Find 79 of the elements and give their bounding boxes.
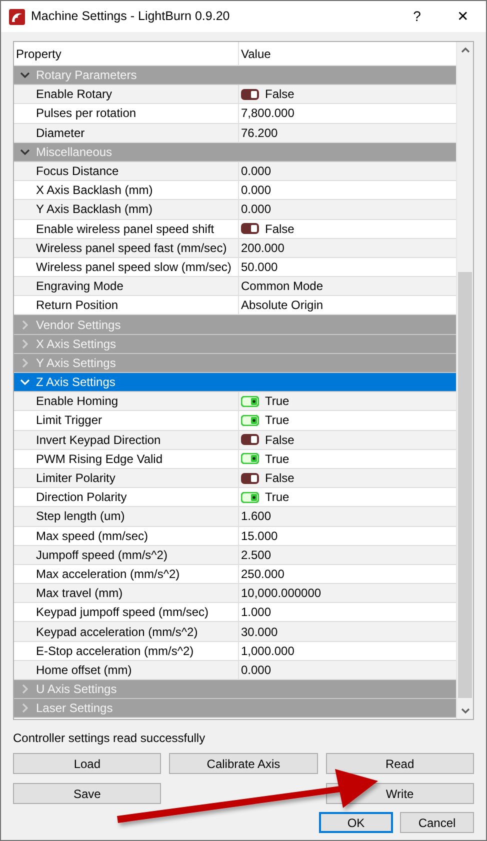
property-name: Max acceleration (mm/s^2) [36, 566, 180, 583]
toggle-switch[interactable] [241, 434, 259, 446]
property-name: Direction Polarity [36, 489, 127, 506]
property-name: Enable wireless panel speed shift [36, 220, 214, 238]
property-name: Pulses per rotation [36, 105, 136, 122]
property-name: Wireless panel speed fast (mm/sec) [36, 240, 227, 257]
property-value[interactable]: 30.000 [241, 622, 278, 641]
property-value[interactable]: 0.000 [241, 200, 272, 218]
toggle-switch[interactable] [241, 453, 259, 464]
property-value[interactable]: 1.600 [241, 507, 272, 526]
property-value[interactable]: 15.000 [241, 526, 278, 545]
property-name: Keypad jumpoff speed (mm/sec) [36, 604, 209, 622]
chevron-down-icon[interactable] [20, 146, 30, 157]
property-value[interactable]: 7,800.000 [241, 104, 294, 122]
toggle-switch[interactable] [241, 492, 259, 503]
action-button[interactable]: Read [326, 753, 474, 774]
property-name: E-Stop acceleration (mm/s^2) [36, 642, 194, 660]
property-value[interactable]: True [265, 488, 290, 506]
property-value[interactable]: 250.000 [241, 564, 284, 583]
property-value[interactable]: True [265, 392, 290, 410]
status-text: Controller settings read successfully [13, 730, 206, 747]
property-value[interactable]: 10,000.000000 [241, 584, 322, 602]
property-name: Max travel (mm) [36, 585, 123, 602]
property-value[interactable]: 0.000 [241, 181, 272, 200]
property-value[interactable]: False [265, 469, 294, 488]
property-value[interactable]: 200.000 [241, 238, 284, 257]
property-name: Keypad acceleration (mm/s^2) [36, 624, 198, 641]
action-button[interactable]: Calibrate Axis [169, 753, 318, 774]
property-name: Limiter Polarity [36, 470, 116, 488]
action-button[interactable]: Load [13, 753, 162, 774]
scrollbar-thumb[interactable] [458, 272, 472, 698]
property-name: Focus Distance [36, 163, 119, 180]
property-value[interactable]: False [265, 85, 294, 104]
property-value[interactable]: False [265, 220, 294, 238]
property-name: X Axis Backlash (mm) [36, 182, 153, 200]
column-header: Property [16, 46, 62, 62]
action-button[interactable]: Save [13, 783, 162, 804]
toggle-switch[interactable] [241, 223, 259, 234]
property-name: Jumpoff speed (mm/s^2) [36, 546, 168, 564]
property-name: Engraving Mode [36, 278, 124, 296]
dialog-button[interactable]: OK [319, 812, 393, 833]
property-name: Enable Rotary [36, 86, 112, 104]
property-name: Return Position [36, 297, 118, 314]
property-name: Home offset (mm) [36, 662, 132, 679]
property-value[interactable]: 0.000 [241, 162, 272, 180]
property-value[interactable]: 50.000 [241, 258, 278, 276]
chevron-down-icon[interactable] [20, 377, 30, 388]
toggle-switch[interactable] [241, 88, 259, 100]
property-name: Max speed (mm/sec) [36, 528, 148, 545]
property-value[interactable]: Absolute Origin [241, 296, 324, 314]
close-button[interactable]: ✕ [440, 2, 486, 32]
column-header: Value [241, 46, 271, 62]
toggle-switch[interactable] [241, 472, 259, 484]
app-logo-icon [9, 8, 25, 24]
scrollbar[interactable] [456, 42, 473, 719]
property-name: Wireless panel speed slow (mm/sec) [36, 258, 232, 276]
property-name: Enable Homing [36, 393, 118, 410]
window-title: Machine Settings - LightBurn 0.9.20 [31, 8, 231, 26]
help-button[interactable]: ? [394, 2, 440, 32]
property-value[interactable]: 0.000 [241, 660, 272, 679]
property-name: Diameter [36, 124, 85, 142]
toggle-switch[interactable] [241, 414, 259, 426]
property-value[interactable]: 76.200 [241, 124, 278, 142]
property-value[interactable]: 1.000 [241, 603, 272, 622]
property-value[interactable]: 1,000.000 [241, 642, 294, 660]
property-name: Limit Trigger [36, 412, 102, 430]
chevron-down-icon[interactable] [20, 70, 30, 80]
dialog-button[interactable]: Cancel [400, 812, 474, 833]
property-value[interactable]: True [265, 411, 290, 430]
property-value[interactable]: False [265, 430, 294, 449]
property-name: Step length (um) [36, 508, 125, 526]
property-value[interactable]: True [265, 450, 290, 468]
property-value[interactable]: Common Mode [241, 277, 324, 296]
property-name: Y Axis Backlash (mm) [36, 201, 152, 218]
property-value[interactable]: 2.500 [241, 546, 272, 564]
group-header-row[interactable]: Z Axis Settings [14, 373, 456, 392]
toggle-switch[interactable] [241, 396, 259, 407]
property-name: PWM Rising Edge Valid [36, 450, 162, 468]
property-name: Invert Keypad Direction [36, 432, 161, 449]
